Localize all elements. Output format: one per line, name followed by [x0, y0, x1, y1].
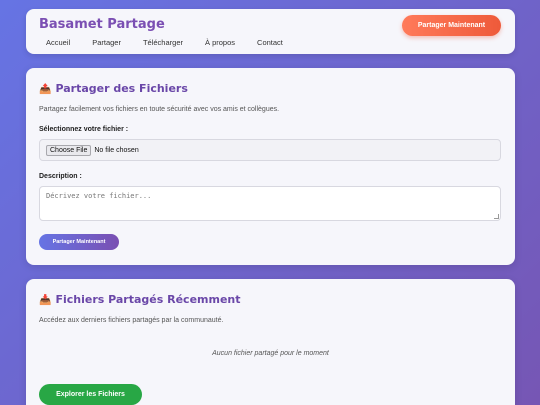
description-textarea[interactable]: Décrivez votre fichier... [39, 186, 501, 221]
recent-description: Accédez aux derniers fichiers partagés p… [39, 317, 224, 324]
site-brand[interactable]: Basamet Partage [39, 17, 165, 32]
site-header: Basamet Partage Accueil Partager Télécha… [26, 9, 515, 54]
nav-link-a-propos[interactable]: À propos [205, 38, 235, 47]
explore-files-button[interactable]: Explorer les Fichiers [39, 384, 142, 405]
nav-link-telecharger[interactable]: Télécharger [143, 38, 183, 47]
description-label: Description : [39, 173, 82, 180]
nav-link-contact[interactable]: Contact [257, 38, 283, 47]
empty-state-message: Aucun fichier partagé pour le moment [212, 350, 329, 357]
recent-title: 📥 Fichiers Partagés Récemment [39, 293, 241, 306]
share-now-header-button[interactable]: Partager Maintenant [402, 15, 501, 36]
recent-files-card: 📥 Fichiers Partagés Récemment Accédez aux… [26, 279, 515, 405]
upload-description: Partagez facilement vos fichiers en tout… [39, 106, 280, 113]
nav-link-accueil[interactable]: Accueil [46, 38, 70, 47]
nav-link-partager[interactable]: Partager [92, 38, 121, 47]
file-input[interactable]: Choose File No file chosen [39, 139, 501, 161]
upload-card: 📤 Partager des Fichiers Partagez facileme… [26, 68, 515, 265]
file-status: No file chosen [94, 146, 139, 154]
upload-title: 📤 Partager des Fichiers [39, 82, 188, 95]
inbox-tray-icon: 📥 [39, 295, 52, 306]
share-now-submit-button[interactable]: Partager Maintenant [39, 234, 119, 250]
main-nav: Accueil Partager Télécharger À propos Co… [46, 38, 305, 47]
outbox-tray-icon: 📤 [39, 84, 52, 95]
choose-file-button[interactable]: Choose File [46, 144, 92, 156]
file-label: Sélectionnez votre fichier : [39, 126, 129, 133]
